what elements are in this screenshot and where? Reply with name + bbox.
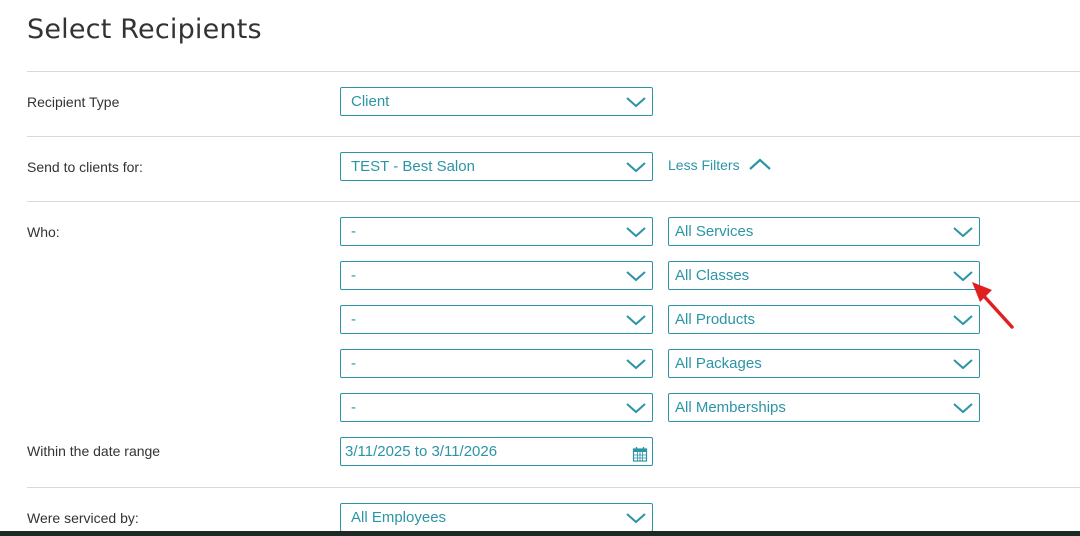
- less-filters-link[interactable]: Less Filters: [668, 157, 771, 173]
- send-to-label: Send to clients for:: [27, 159, 143, 175]
- chevron-down-icon: [624, 223, 648, 241]
- who-qualifier-select[interactable]: -: [340, 305, 653, 334]
- recipient-type-label: Recipient Type: [27, 94, 120, 110]
- chevron-down-icon: [951, 223, 975, 241]
- packages-value: All Packages: [675, 355, 762, 372]
- calendar-icon[interactable]: [632, 444, 648, 462]
- less-filters-label: Less Filters: [668, 157, 740, 173]
- chevron-down-icon: [624, 158, 648, 176]
- classes-value: All Classes: [675, 267, 750, 284]
- page-title: Select Recipients: [27, 14, 262, 45]
- who-qualifier-value: -: [351, 311, 356, 328]
- who-qualifier-value: -: [351, 223, 356, 240]
- who-qualifier-select[interactable]: -: [340, 349, 653, 378]
- date-range-input[interactable]: 3/11/2025 to 3/11/2026: [340, 437, 653, 466]
- who-qualifier-select[interactable]: -: [340, 217, 653, 246]
- divider: [27, 201, 1080, 202]
- employees-select[interactable]: All Employees: [340, 503, 653, 532]
- recipient-type-value: Client: [351, 93, 390, 110]
- employees-value: All Employees: [351, 509, 447, 526]
- products-value: All Products: [675, 311, 756, 328]
- chevron-down-icon: [624, 509, 648, 527]
- chevron-down-icon: [624, 93, 648, 111]
- divider: [27, 136, 1080, 137]
- products-select[interactable]: All Products: [668, 305, 980, 334]
- packages-select[interactable]: All Packages: [668, 349, 980, 378]
- chevron-down-icon: [624, 311, 648, 329]
- divider: [27, 487, 1080, 488]
- services-select[interactable]: All Services: [668, 217, 980, 246]
- classes-select[interactable]: All Classes: [668, 261, 980, 290]
- location-select[interactable]: TEST - Best Salon: [340, 152, 653, 181]
- location-value: TEST - Best Salon: [351, 158, 475, 175]
- date-range-label: Within the date range: [27, 443, 161, 459]
- who-label: Who:: [27, 224, 60, 240]
- divider: [27, 71, 1080, 72]
- chevron-down-icon: [624, 267, 648, 285]
- memberships-value: All Memberships: [675, 399, 786, 416]
- bottom-bar: [0, 531, 1080, 536]
- chevron-down-icon: [624, 355, 648, 373]
- select-recipients-page: Select Recipients Recipient Type Client …: [0, 0, 1080, 536]
- date-range-value: 3/11/2025 to 3/11/2026: [345, 443, 498, 460]
- memberships-select[interactable]: All Memberships: [668, 393, 980, 422]
- chevron-down-icon: [951, 399, 975, 417]
- chevron-down-icon: [624, 399, 648, 417]
- serviced-by-label: Were serviced by:: [27, 510, 139, 526]
- who-qualifier-value: -: [351, 355, 356, 372]
- recipient-type-select[interactable]: Client: [340, 87, 653, 116]
- chevron-down-icon: [951, 355, 975, 373]
- who-qualifier-value: -: [351, 267, 356, 284]
- services-value: All Services: [675, 223, 754, 240]
- who-qualifier-value: -: [351, 399, 356, 416]
- who-qualifier-select[interactable]: -: [340, 261, 653, 290]
- annotation-arrow-icon: [968, 278, 1018, 337]
- who-qualifier-select[interactable]: -: [340, 393, 653, 422]
- chevron-up-icon: [748, 155, 772, 176]
